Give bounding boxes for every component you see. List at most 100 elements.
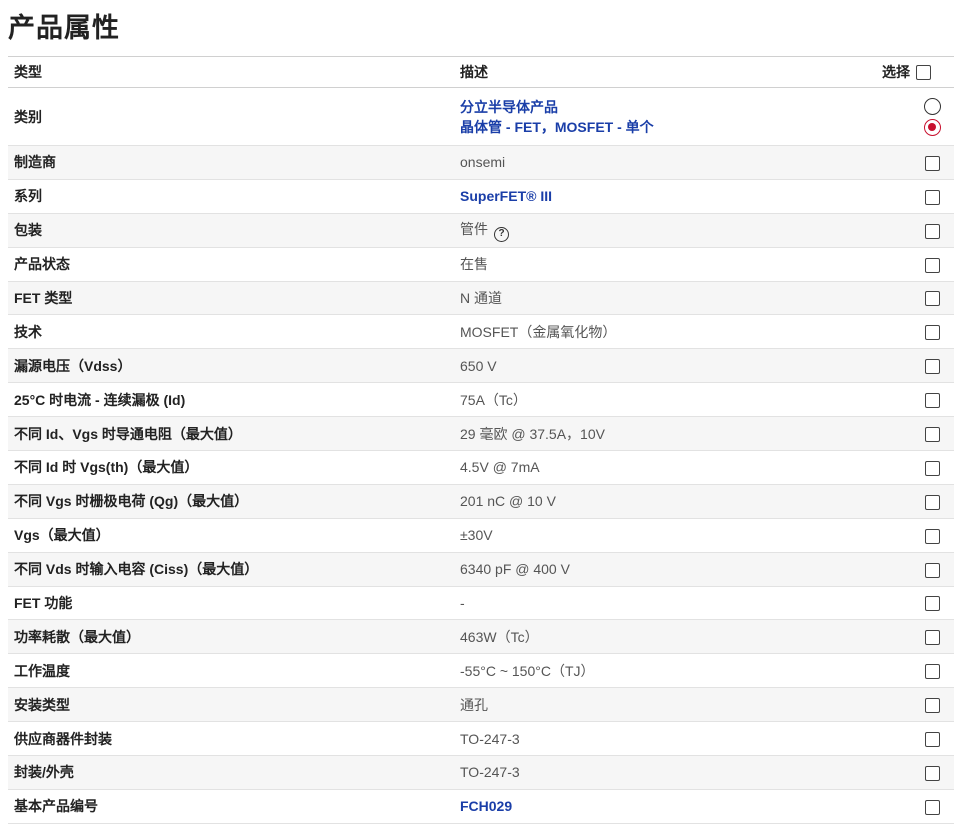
table-row: 包装 管件?: [8, 213, 954, 248]
attr-value: 463W（Tc）: [460, 628, 539, 645]
attr-value: 在售: [460, 256, 488, 273]
row-select-checkbox[interactable]: [924, 155, 940, 171]
table-row: 功率耗散（最大值） 463W（Tc）: [8, 619, 954, 654]
attr-label: 制造商: [14, 154, 56, 171]
select-cell: [910, 484, 954, 518]
attr-label: 类别: [14, 108, 42, 125]
attr-label: 封装/外壳: [14, 764, 74, 781]
attr-label: 安装类型: [14, 696, 70, 713]
select-cell: [910, 417, 954, 451]
attr-label: 供应商器件封装: [14, 730, 112, 747]
row-select-checkbox[interactable]: [924, 528, 940, 544]
select-cell: [910, 586, 954, 620]
select-cell: [910, 722, 954, 756]
category-link-mosfet[interactable]: 晶体管 - FET，MOSFET - 单个: [460, 117, 848, 137]
row-select-checkbox[interactable]: [924, 664, 940, 680]
attr-value-cell: -: [454, 586, 854, 620]
row-select-checkbox[interactable]: [924, 596, 940, 612]
attr-value-cell: FCH029: [454, 789, 854, 823]
select-cell: [910, 451, 954, 485]
table-row: 系列 SuperFET® III: [8, 179, 954, 214]
attr-value: 650 V: [460, 357, 497, 374]
row-select-checkbox[interactable]: [924, 426, 940, 442]
attr-value-cell: 通孔: [454, 688, 854, 722]
row-select-checkbox[interactable]: [924, 698, 940, 714]
select-cell: [910, 213, 954, 247]
table-row: FET 功能 -: [8, 586, 954, 620]
category-link-discrete[interactable]: 分立半导体产品: [460, 97, 848, 117]
attr-label: 系列: [14, 188, 42, 205]
attr-value: 6340 pF @ 400 V: [460, 561, 570, 578]
attr-label: 包装: [14, 222, 42, 239]
row-select-checkbox[interactable]: [924, 189, 940, 205]
row-select-checkbox[interactable]: [924, 460, 940, 476]
attr-label: FET 类型: [14, 290, 73, 306]
attr-value-cell: 在售: [454, 247, 854, 281]
select-cell: [910, 349, 954, 383]
attr-value: 通孔: [460, 696, 488, 713]
attr-value-link[interactable]: FCH029: [460, 798, 512, 814]
attr-value: 29 毫欧 @ 37.5A，10V: [460, 425, 605, 442]
row-select-checkbox[interactable]: [924, 562, 940, 578]
attr-label: Vgs（最大值）: [14, 527, 110, 544]
row-select-checkbox[interactable]: [924, 257, 940, 273]
attr-value-cell: 管件?: [454, 213, 854, 247]
select-all-checkbox[interactable]: [916, 65, 931, 81]
table-row-category: 类别 分立半导体产品 晶体管 - FET，MOSFET - 单个: [8, 88, 954, 146]
attr-value-cell: -55°C ~ 150°C（TJ）: [454, 654, 854, 688]
row-select-checkbox[interactable]: [924, 393, 940, 409]
row-select-checkbox[interactable]: [924, 359, 940, 375]
select-cell: [910, 620, 954, 654]
attr-value: -: [460, 595, 465, 612]
row-select-checkbox[interactable]: [924, 765, 940, 781]
attr-value-cell: TO-247-3: [454, 722, 854, 756]
row-select-checkbox[interactable]: [924, 325, 940, 341]
attr-label: 不同 Vgs 时栅极电荷 (Qg)（最大值）: [14, 493, 249, 510]
attr-value: 管件: [460, 220, 488, 237]
row-select-checkbox[interactable]: [924, 799, 940, 815]
attr-label: 产品状态: [14, 256, 70, 273]
select-cell: [910, 281, 954, 315]
row-select-checkbox[interactable]: [924, 630, 940, 646]
attr-value-cell: 29 毫欧 @ 37.5A，10V: [454, 417, 854, 451]
attr-value-cell: onsemi: [454, 146, 854, 180]
table-row: 不同 Id、Vgs 时导通电阻（最大值） 29 毫欧 @ 37.5A，10V: [8, 416, 954, 451]
attr-value-cell: 201 nC @ 10 V: [454, 484, 854, 518]
row-select-checkbox[interactable]: [924, 291, 940, 307]
table-row: 25°C 时电流 - 连续漏极 (Id) 75A（Tc）: [8, 383, 954, 417]
attr-label: 不同 Id、Vgs 时导通电阻（最大值）: [14, 425, 242, 442]
select-cell: [910, 179, 954, 213]
table-row: FET 类型 N 通道: [8, 281, 954, 315]
table-row: 不同 Id 时 Vgs(th)（最大值） 4.5V @ 7mA: [8, 451, 954, 485]
row-select-checkbox[interactable]: [924, 494, 940, 510]
row-select-checkbox[interactable]: [924, 731, 940, 747]
table-row: 产品状态 在售: [8, 247, 954, 282]
select-cell: [910, 688, 954, 722]
attr-value-cell: ±30V: [454, 518, 854, 552]
category-radio-discrete[interactable]: [923, 97, 941, 115]
category-radio-mosfet[interactable]: [923, 118, 941, 136]
header-select: 选择: [882, 64, 910, 80]
attr-value-cell: 4.5V @ 7mA: [454, 451, 854, 485]
help-icon[interactable]: ?: [494, 226, 509, 242]
attr-label: 功率耗散（最大值）: [14, 628, 140, 645]
table-row: 供应商器件封装 TO-247-3: [8, 722, 954, 756]
table-row: Vgs（最大值） ±30V: [8, 518, 954, 553]
attr-value: N 通道: [460, 290, 502, 306]
attr-value: TO-247-3: [460, 764, 520, 781]
attr-label: 基本产品编号: [14, 798, 98, 815]
select-cell: [910, 756, 954, 790]
attr-value-cell: TO-247-3: [454, 756, 854, 790]
product-attributes-page: 产品属性 类型 描述 选择 类别 分立半导体产品 晶体管 - FET，MOSFE…: [0, 0, 966, 839]
attr-value: 201 nC @ 10 V: [460, 493, 556, 510]
attr-label: 25°C 时电流 - 连续漏极 (Id): [14, 391, 186, 408]
table-row: 不同 Vgs 时栅极电荷 (Qg)（最大值） 201 nC @ 10 V: [8, 484, 954, 519]
category-radio-cell: [910, 88, 954, 146]
attr-label: 不同 Vds 时输入电容 (Ciss)（最大值）: [14, 561, 259, 578]
attr-value-cell: MOSFET（金属氧化物）: [454, 315, 854, 349]
attr-value-cell: 650 V: [454, 349, 854, 383]
attr-value-link[interactable]: SuperFET® III: [460, 188, 552, 204]
table-row: 漏源电压（Vdss） 650 V: [8, 348, 954, 383]
row-select-checkbox[interactable]: [924, 223, 940, 239]
category-value: 分立半导体产品 晶体管 - FET，MOSFET - 单个: [454, 88, 854, 146]
